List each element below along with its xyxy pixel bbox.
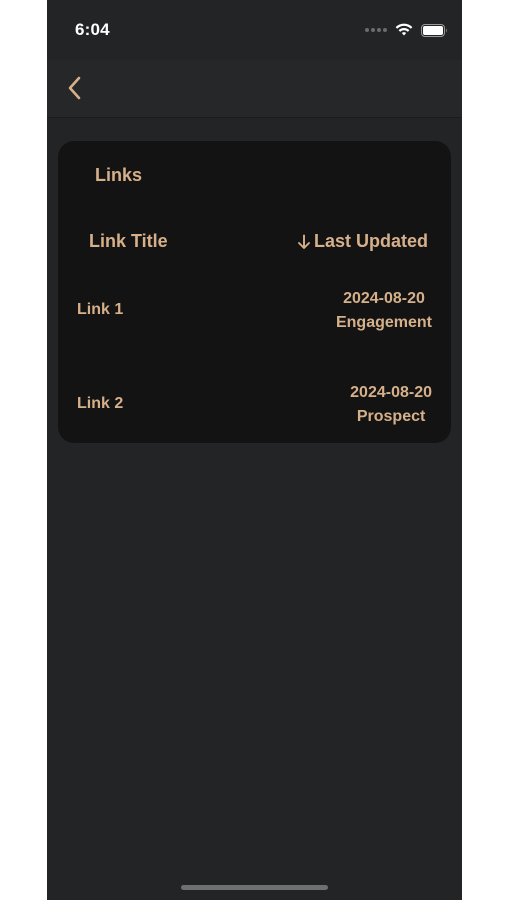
chevron-left-icon — [68, 76, 81, 100]
battery-icon — [421, 23, 447, 37]
status-icons — [365, 22, 448, 38]
links-card: Links Link Title Last Updated Link 1 202… — [58, 141, 451, 443]
app-screen: 6:04 Links Link Title Last Updated Link … — [47, 0, 462, 900]
navigation-bar — [47, 60, 462, 118]
link-title: Link 1 — [77, 301, 124, 318]
home-indicator[interactable] — [181, 885, 328, 890]
link-category: Engagement — [335, 314, 432, 331]
back-button[interactable] — [61, 74, 89, 102]
arrow-down-icon — [296, 233, 312, 251]
link-title: Link 2 — [77, 395, 124, 412]
link-meta: 2024-08-20 Prospect — [350, 381, 432, 429]
link-last-updated: 2024-08-20 — [343, 290, 425, 307]
card-title: Links — [95, 165, 143, 185]
status-bar: 6:04 — [47, 0, 462, 60]
table-row[interactable]: Link 2 2024-08-20 Prospect — [58, 375, 451, 435]
column-header-last-updated[interactable]: Last Updated — [296, 231, 428, 252]
link-last-updated: 2024-08-20 — [350, 384, 432, 401]
cellular-signal-icon — [365, 28, 387, 32]
column-header-last-updated-label: Last Updated — [313, 231, 428, 251]
wifi-icon — [395, 23, 413, 36]
table-row[interactable]: Link 1 2024-08-20 Engagement — [58, 281, 451, 341]
link-category: Prospect — [356, 408, 426, 425]
link-meta: 2024-08-20 Engagement — [336, 287, 432, 335]
status-time: 6:04 — [75, 20, 110, 39]
column-header-link-title[interactable]: Link Title — [89, 231, 168, 252]
table-header: Link Title Last Updated — [58, 231, 451, 255]
